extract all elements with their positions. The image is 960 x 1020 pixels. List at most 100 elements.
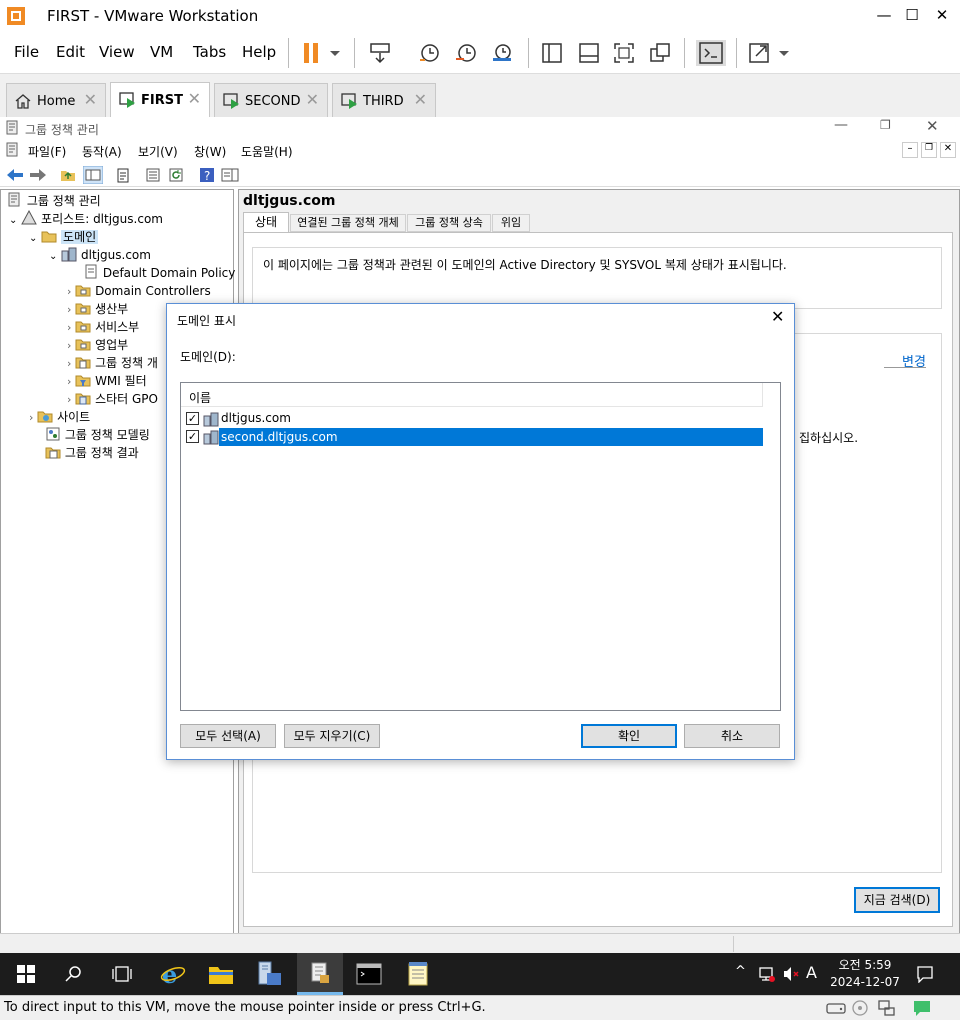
tree-modeling[interactable]: 그룹 정책 모델링 bbox=[45, 426, 150, 444]
collapse-chevron-icon[interactable]: ⌄ bbox=[29, 233, 37, 244]
expand-chevron-icon[interactable]: › bbox=[67, 375, 71, 388]
tree-item-gpo-container[interactable]: › 그룹 정책 개 bbox=[67, 354, 158, 372]
refresh-icon[interactable] bbox=[168, 167, 184, 183]
menu-tabs[interactable]: Tabs bbox=[193, 43, 226, 61]
pause-icon[interactable] bbox=[302, 40, 342, 66]
help-icon[interactable]: ? bbox=[199, 167, 215, 183]
command-prompt-icon[interactable] bbox=[356, 963, 382, 985]
notification-center-icon[interactable] bbox=[916, 965, 934, 983]
mmc-menu-file[interactable]: 파일(F) bbox=[28, 143, 66, 160]
tree-forest[interactable]: ⌄ 포리스트: dltjgus.com bbox=[9, 209, 163, 228]
tree-item-service[interactable]: › 서비스부 bbox=[67, 318, 139, 336]
forward-arrow-icon[interactable] bbox=[29, 167, 47, 183]
clear-all-button[interactable]: 모두 지우기(C) bbox=[284, 724, 380, 748]
tab-close-icon[interactable]: ✕ bbox=[188, 89, 201, 108]
properties-icon[interactable] bbox=[115, 167, 131, 183]
network-icon[interactable] bbox=[758, 965, 776, 983]
ok-button[interactable]: 확인 bbox=[581, 724, 677, 748]
server-manager-icon[interactable] bbox=[256, 961, 284, 987]
mmc-menu-view[interactable]: 보기(V) bbox=[138, 143, 178, 160]
collapse-chevron-icon[interactable]: ⌄ bbox=[49, 251, 57, 262]
tree-sites[interactable]: › 사이트 bbox=[29, 408, 90, 426]
expand-chevron-icon[interactable]: › bbox=[67, 393, 71, 406]
child-restore-button[interactable]: ❐ bbox=[921, 142, 937, 158]
tree-domain[interactable]: ⌄ dltjgus.com bbox=[49, 246, 151, 264]
tab-home[interactable]: Home ✕ bbox=[6, 83, 106, 117]
expand-chevron-icon[interactable]: › bbox=[67, 303, 71, 316]
tab-delegation[interactable]: 위임 bbox=[492, 214, 530, 232]
expand-chevron-icon[interactable]: › bbox=[67, 357, 71, 370]
expand-chevron-icon[interactable]: › bbox=[67, 321, 71, 334]
revert-snapshot-icon[interactable] bbox=[454, 40, 478, 66]
domains-listview[interactable]: 이름 ✓ dltjgus.com ✓ second.dltjgus.com bbox=[180, 382, 781, 711]
dialog-close-icon[interactable]: ✕ bbox=[771, 307, 784, 326]
maximize-button[interactable]: ☐ bbox=[900, 4, 924, 26]
thumbnail-bar-icon[interactable] bbox=[577, 40, 601, 66]
tab-close-icon[interactable]: ✕ bbox=[306, 90, 319, 109]
list-item[interactable]: ✓ second.dltjgus.com bbox=[185, 428, 763, 446]
mmc-close-button[interactable]: ✕ bbox=[926, 117, 939, 135]
expand-chevron-icon[interactable]: › bbox=[67, 339, 71, 352]
menu-vm[interactable]: VM bbox=[150, 43, 173, 61]
full-screen-icon[interactable] bbox=[612, 40, 636, 66]
search-icon[interactable] bbox=[65, 965, 83, 983]
network-adapter-icon[interactable] bbox=[876, 999, 896, 1017]
collapse-chevron-icon[interactable]: ⌄ bbox=[9, 215, 17, 226]
show-action-pane-icon[interactable] bbox=[221, 167, 239, 183]
windows-start-icon[interactable] bbox=[17, 965, 35, 983]
list-item[interactable]: ✓ dltjgus.com bbox=[185, 410, 763, 428]
snapshot-icon[interactable] bbox=[417, 40, 441, 66]
hard-disk-icon[interactable] bbox=[826, 1000, 846, 1016]
tree-item-wmi-filters[interactable]: › WMI 필터 bbox=[67, 372, 147, 390]
notepad-icon[interactable] bbox=[406, 961, 430, 987]
task-view-icon[interactable] bbox=[112, 965, 132, 983]
tree-item-default-domain-policy[interactable]: Default Domain Policy bbox=[83, 264, 235, 282]
domain-checkbox[interactable]: ✓ bbox=[186, 430, 199, 443]
menu-file[interactable]: File bbox=[14, 43, 39, 61]
sidebar-toggle-icon[interactable] bbox=[540, 40, 564, 66]
show-hidden-icons-icon[interactable]: ^ bbox=[735, 964, 746, 979]
tree-domains[interactable]: ⌄ 도메인 bbox=[29, 228, 99, 246]
child-minimize-button[interactable]: – bbox=[902, 142, 918, 158]
tree-item-production[interactable]: › 생산부 bbox=[67, 300, 128, 318]
taskbar-item-active[interactable] bbox=[297, 953, 343, 995]
file-explorer-icon[interactable] bbox=[208, 963, 234, 985]
column-name[interactable]: 이름 bbox=[189, 389, 211, 406]
tree-root[interactable]: 그룹 정책 관리 bbox=[7, 192, 101, 210]
mmc-restore-button[interactable]: ❐ bbox=[880, 118, 891, 132]
mmc-menu-help[interactable]: 도움말(H) bbox=[241, 143, 293, 160]
internet-explorer-icon[interactable]: e bbox=[160, 962, 186, 986]
back-arrow-icon[interactable] bbox=[6, 167, 24, 183]
send-ctrl-alt-del-icon[interactable] bbox=[368, 40, 392, 66]
close-button[interactable]: ✕ bbox=[930, 4, 954, 26]
console-view-icon[interactable] bbox=[696, 40, 726, 66]
menu-help[interactable]: Help bbox=[242, 43, 276, 61]
tree-item-domain-controllers[interactable]: › Domain Controllers bbox=[67, 282, 211, 300]
snapshot-manager-icon[interactable] bbox=[490, 40, 514, 66]
volume-muted-icon[interactable] bbox=[782, 965, 800, 983]
export-list-icon[interactable] bbox=[145, 167, 161, 183]
select-all-button[interactable]: 모두 선택(A) bbox=[180, 724, 276, 748]
up-folder-icon[interactable] bbox=[60, 167, 76, 183]
detect-now-button[interactable]: 지금 검색(D) bbox=[854, 887, 940, 913]
tree-item-sales[interactable]: › 영업부 bbox=[67, 336, 128, 354]
tab-close-icon[interactable]: ✕ bbox=[84, 90, 97, 109]
domain-checkbox[interactable]: ✓ bbox=[186, 412, 199, 425]
child-close-button[interactable]: ✕ bbox=[940, 142, 956, 158]
expand-chevron-icon[interactable]: › bbox=[29, 411, 33, 424]
minimize-button[interactable]: — bbox=[872, 4, 896, 26]
message-log-icon[interactable] bbox=[912, 999, 932, 1017]
menu-view[interactable]: View bbox=[99, 43, 135, 61]
clock-time[interactable]: 오전 5:59 bbox=[830, 956, 900, 973]
tab-inheritance[interactable]: 그룹 정책 상속 bbox=[407, 214, 491, 232]
tab-first[interactable]: FIRST ✕ bbox=[110, 82, 210, 118]
mmc-menu-window[interactable]: 창(W) bbox=[194, 143, 226, 160]
unity-mode-icon[interactable] bbox=[648, 40, 672, 66]
tab-close-icon[interactable]: ✕ bbox=[414, 90, 427, 109]
tab-second[interactable]: SECOND ✕ bbox=[214, 83, 328, 117]
tree-item-starter-gpos[interactable]: › 스타터 GPO bbox=[67, 390, 158, 408]
tab-third[interactable]: THIRD ✕ bbox=[332, 83, 436, 117]
guest-screen[interactable]: 그룹 정책 관리 — ❐ ✕ 파일(F) 동작(A) 보기(V) 창(W) 도움… bbox=[0, 117, 960, 953]
mmc-minimize-button[interactable]: — bbox=[834, 117, 848, 133]
stretch-guest-icon[interactable] bbox=[748, 40, 792, 66]
